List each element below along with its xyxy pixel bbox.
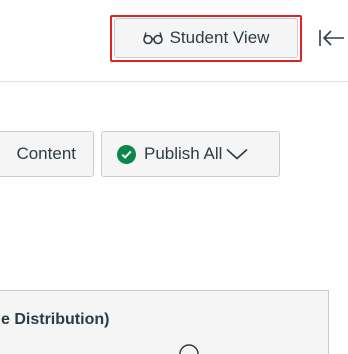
- page: Student View Content Publish All e Distr…: [0, 0, 348, 354]
- check-circle-icon: [117, 144, 136, 164]
- publish-all-button[interactable]: Publish All: [101, 131, 280, 177]
- student-view-button[interactable]: Student View: [114, 18, 298, 58]
- content-button[interactable]: Content: [0, 131, 94, 177]
- publish-all-label: Publish All: [144, 144, 223, 163]
- header-divider: [0, 81, 348, 82]
- module-status-icon[interactable]: [178, 343, 200, 354]
- module-card[interactable]: e Distribution): [0, 290, 329, 354]
- content-button-label: Content: [16, 144, 76, 163]
- module-title: e Distribution): [1, 311, 110, 328]
- student-view-label: Student View: [169, 28, 270, 47]
- glasses-icon: [142, 31, 163, 45]
- collapse-icon[interactable]: [318, 26, 346, 50]
- chevron-down-icon: [226, 148, 248, 160]
